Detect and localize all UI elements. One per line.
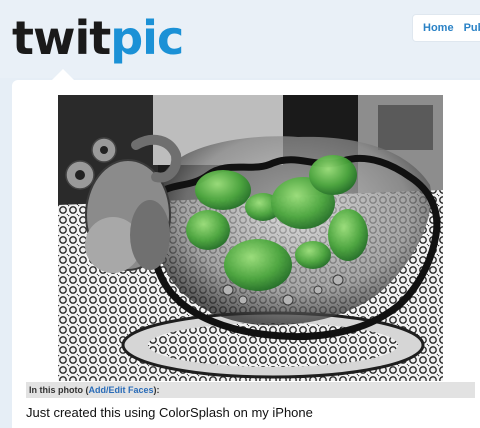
faces-close: ): <box>153 385 160 395</box>
twitpic-logo[interactable]: twitpic <box>12 8 184 68</box>
card-pointer <box>52 69 74 80</box>
nav-home-link[interactable]: Home <box>423 22 454 34</box>
site-header: twitpic Home Public <box>0 0 480 78</box>
add-edit-faces-link[interactable]: Add/Edit Faces <box>89 385 154 395</box>
nav-public-link[interactable]: Public <box>464 22 480 34</box>
photo-image[interactable] <box>58 95 443 381</box>
photo-caption: Just created this using ColorSplash on m… <box>26 405 313 420</box>
in-this-photo-label: In this photo <box>29 385 83 395</box>
top-nav: Home Public <box>412 14 480 42</box>
logo-pic: pic <box>110 11 184 65</box>
photo-faces-bar: In this photo (Add/Edit Faces): <box>26 382 475 398</box>
logo-twit: twit <box>12 11 111 65</box>
